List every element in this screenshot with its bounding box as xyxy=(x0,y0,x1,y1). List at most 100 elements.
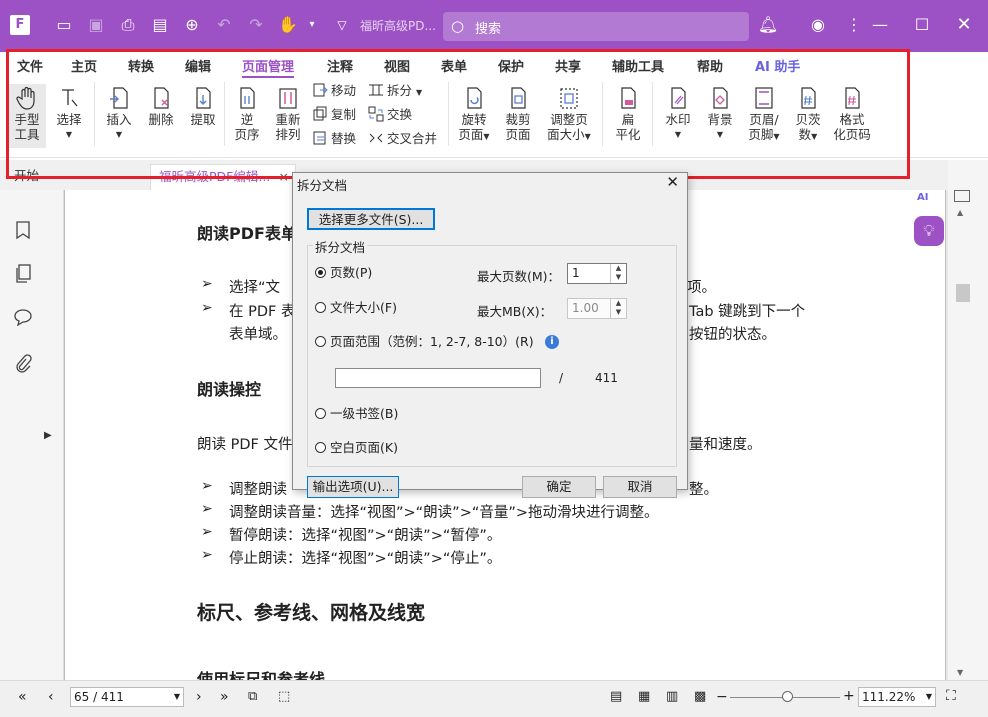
new-doc-icon[interactable]: ▤ xyxy=(148,13,172,37)
max-pages-stepper[interactable]: 1 ▲ ▼ xyxy=(567,263,627,284)
select-more-files-button[interactable]: 选择更多文件(S)... xyxy=(307,208,435,230)
replace-icon xyxy=(313,131,326,145)
user-account-icon[interactable]: ◉ xyxy=(806,13,830,37)
radio-file-size[interactable]: 文件大小(F) xyxy=(315,299,397,317)
menu-protect[interactable]: 保护 xyxy=(498,56,524,75)
ai-assistant-icon[interactable]: 💡︎ xyxy=(914,216,944,246)
bookmark-icon[interactable] xyxy=(12,220,34,242)
save-icon[interactable]: ▣ xyxy=(84,13,108,37)
watermark-button[interactable]: 水印 ▼ xyxy=(660,86,696,142)
rearrange-button[interactable]: 重新 排列 xyxy=(270,86,306,142)
two-page-continuous-icon[interactable]: ▩ xyxy=(694,689,706,704)
interleave-merge-button[interactable]: 交叉合并 xyxy=(368,130,437,148)
cancel-button[interactable]: 取消 xyxy=(603,476,677,498)
zoom-level-input[interactable]: 111.22% ▼ xyxy=(858,687,936,707)
menu-accessibility[interactable]: 辅助工具 xyxy=(612,56,664,75)
hand-tool-icon[interactable]: ✋ xyxy=(276,13,300,37)
minimize-icon[interactable]: — xyxy=(868,13,892,37)
next-page-icon[interactable]: › xyxy=(196,689,202,705)
copy-button[interactable]: 复制 xyxy=(312,106,356,124)
menu-share[interactable]: 共享 xyxy=(555,56,581,75)
close-icon[interactable]: ✕ xyxy=(952,13,976,37)
info-icon[interactable]: i xyxy=(545,335,559,349)
customize-toolbar-icon[interactable]: ▽ xyxy=(330,13,354,37)
pages-icon[interactable] xyxy=(12,264,34,286)
chevron-down-icon[interactable]: ▾ xyxy=(300,13,324,37)
flatten-button[interactable]: 扁 平化 xyxy=(610,86,646,142)
first-page-icon[interactable]: « xyxy=(18,689,27,705)
single-page-view-icon[interactable]: ▤ xyxy=(610,689,622,704)
insert-button[interactable]: 插入 ▼ xyxy=(102,86,136,142)
add-doc-icon[interactable]: ⊕ xyxy=(180,13,204,37)
swap-button[interactable]: 交换 xyxy=(368,106,412,124)
format-page-number-button[interactable]: 格式 化页码 xyxy=(830,86,874,142)
dialog-close-icon[interactable]: ✕ xyxy=(666,173,679,191)
crop-page-button[interactable]: 裁剪 页面 xyxy=(500,86,536,142)
menu-view[interactable]: 视图 xyxy=(384,56,410,75)
redo-icon[interactable]: ↷ xyxy=(244,13,268,37)
scroll-down-icon[interactable]: ▼ xyxy=(957,668,963,677)
zoom-in-icon[interactable]: + xyxy=(843,688,855,704)
rotate-page-button[interactable]: 旋转 页面▼ xyxy=(456,86,492,144)
open-folder-icon[interactable]: ▭ xyxy=(52,13,76,37)
output-options-button[interactable]: 输出选项(U)... xyxy=(307,476,399,498)
menu-edit[interactable]: 编辑 xyxy=(185,56,211,75)
fit-page-icon[interactable]: ⬚ xyxy=(278,689,290,704)
select-button[interactable]: 选择 ▼ xyxy=(52,86,86,142)
two-page-view-icon[interactable]: ▥ xyxy=(666,689,678,704)
menu-convert[interactable]: 转换 xyxy=(128,56,154,75)
continuous-view-icon[interactable]: ▦ xyxy=(638,689,650,704)
search-box[interactable]: ○ 搜索 xyxy=(443,12,749,41)
extract-button[interactable]: 提取 xyxy=(186,86,220,127)
menu-ai-assistant[interactable]: AI 助手 xyxy=(755,56,800,75)
menu-form[interactable]: 表单 xyxy=(441,56,467,75)
menu-home[interactable]: 主页 xyxy=(71,56,97,75)
menu-help[interactable]: 帮助 xyxy=(697,56,723,75)
page-number-input[interactable]: 65 / 411 ▼ xyxy=(70,687,184,707)
radio-page-count[interactable]: 页数(P) xyxy=(315,264,372,282)
hand-tool-button[interactable]: 手型 工具 xyxy=(8,84,46,148)
maximize-icon[interactable]: ☐ xyxy=(910,13,934,37)
menu-comment[interactable]: 注释 xyxy=(327,56,353,75)
page-copy-icon[interactable]: ⧉ xyxy=(248,689,257,704)
divider xyxy=(94,82,95,146)
attachment-icon[interactable] xyxy=(12,354,34,376)
vertical-scrollbar-thumb[interactable] xyxy=(956,284,970,302)
more-icon[interactable]: ⋮ xyxy=(842,13,866,37)
zoom-slider-handle[interactable] xyxy=(782,691,793,702)
max-mb-stepper[interactable]: 1.00 ▲ ▼ xyxy=(567,298,627,319)
replace-button[interactable]: 替换 xyxy=(312,130,356,148)
resize-page-button[interactable]: 调整页 面大小▼ xyxy=(544,86,594,144)
undo-icon[interactable]: ↶ xyxy=(212,13,236,37)
last-page-icon[interactable]: » xyxy=(220,689,229,705)
close-tab-icon[interactable]: × xyxy=(279,165,289,189)
bates-number-button[interactable]: 贝茨 数▼ xyxy=(790,86,826,144)
print-icon[interactable]: ⎙ xyxy=(116,13,140,37)
ok-button[interactable]: 确定 xyxy=(522,476,596,498)
menu-file[interactable]: 文件 xyxy=(17,56,43,75)
stepper-arrows-icon[interactable]: ▲ ▼ xyxy=(610,299,626,318)
radio-top-bookmark[interactable]: 一级书签(B) xyxy=(315,405,398,423)
menu-page-management[interactable]: 页面管理 xyxy=(242,56,295,78)
delete-button[interactable]: 删除 xyxy=(144,86,178,127)
scroll-up-icon[interactable]: ▲ xyxy=(957,208,963,217)
zoom-out-icon[interactable]: − xyxy=(716,689,728,705)
expand-panel-icon[interactable]: ▶ xyxy=(44,430,52,441)
radio-page-range[interactable]: 页面范围（范例：1, 2-7, 8-10）(R) xyxy=(315,333,534,351)
previous-page-icon[interactable]: ‹ xyxy=(48,689,54,705)
comments-icon[interactable] xyxy=(12,308,34,330)
fullscreen-icon[interactable]: ⛶ xyxy=(946,688,956,704)
swap-icon xyxy=(368,106,384,122)
split-button[interactable]: 拆分 ▼ xyxy=(368,82,422,100)
reverse-pages-button[interactable]: 逆 页序 xyxy=(230,86,264,142)
header-footer-button[interactable]: 页眉/ 页脚▼ xyxy=(744,86,784,144)
tab-document[interactable]: 福昕高级PDF编辑... × xyxy=(150,164,296,190)
stepper-arrows-icon[interactable]: ▲ ▼ xyxy=(610,264,626,283)
bell-icon[interactable]: 🔔︎ xyxy=(756,13,780,37)
radio-blank-page[interactable]: 空白页面(K) xyxy=(315,439,398,457)
background-button[interactable]: 背景 ▼ xyxy=(702,86,738,142)
tab-start[interactable]: 开始 xyxy=(6,164,148,190)
panel-toggle-icon[interactable] xyxy=(954,190,970,202)
move-button[interactable]: 移动 xyxy=(312,82,356,100)
page-range-input[interactable] xyxy=(335,368,541,388)
